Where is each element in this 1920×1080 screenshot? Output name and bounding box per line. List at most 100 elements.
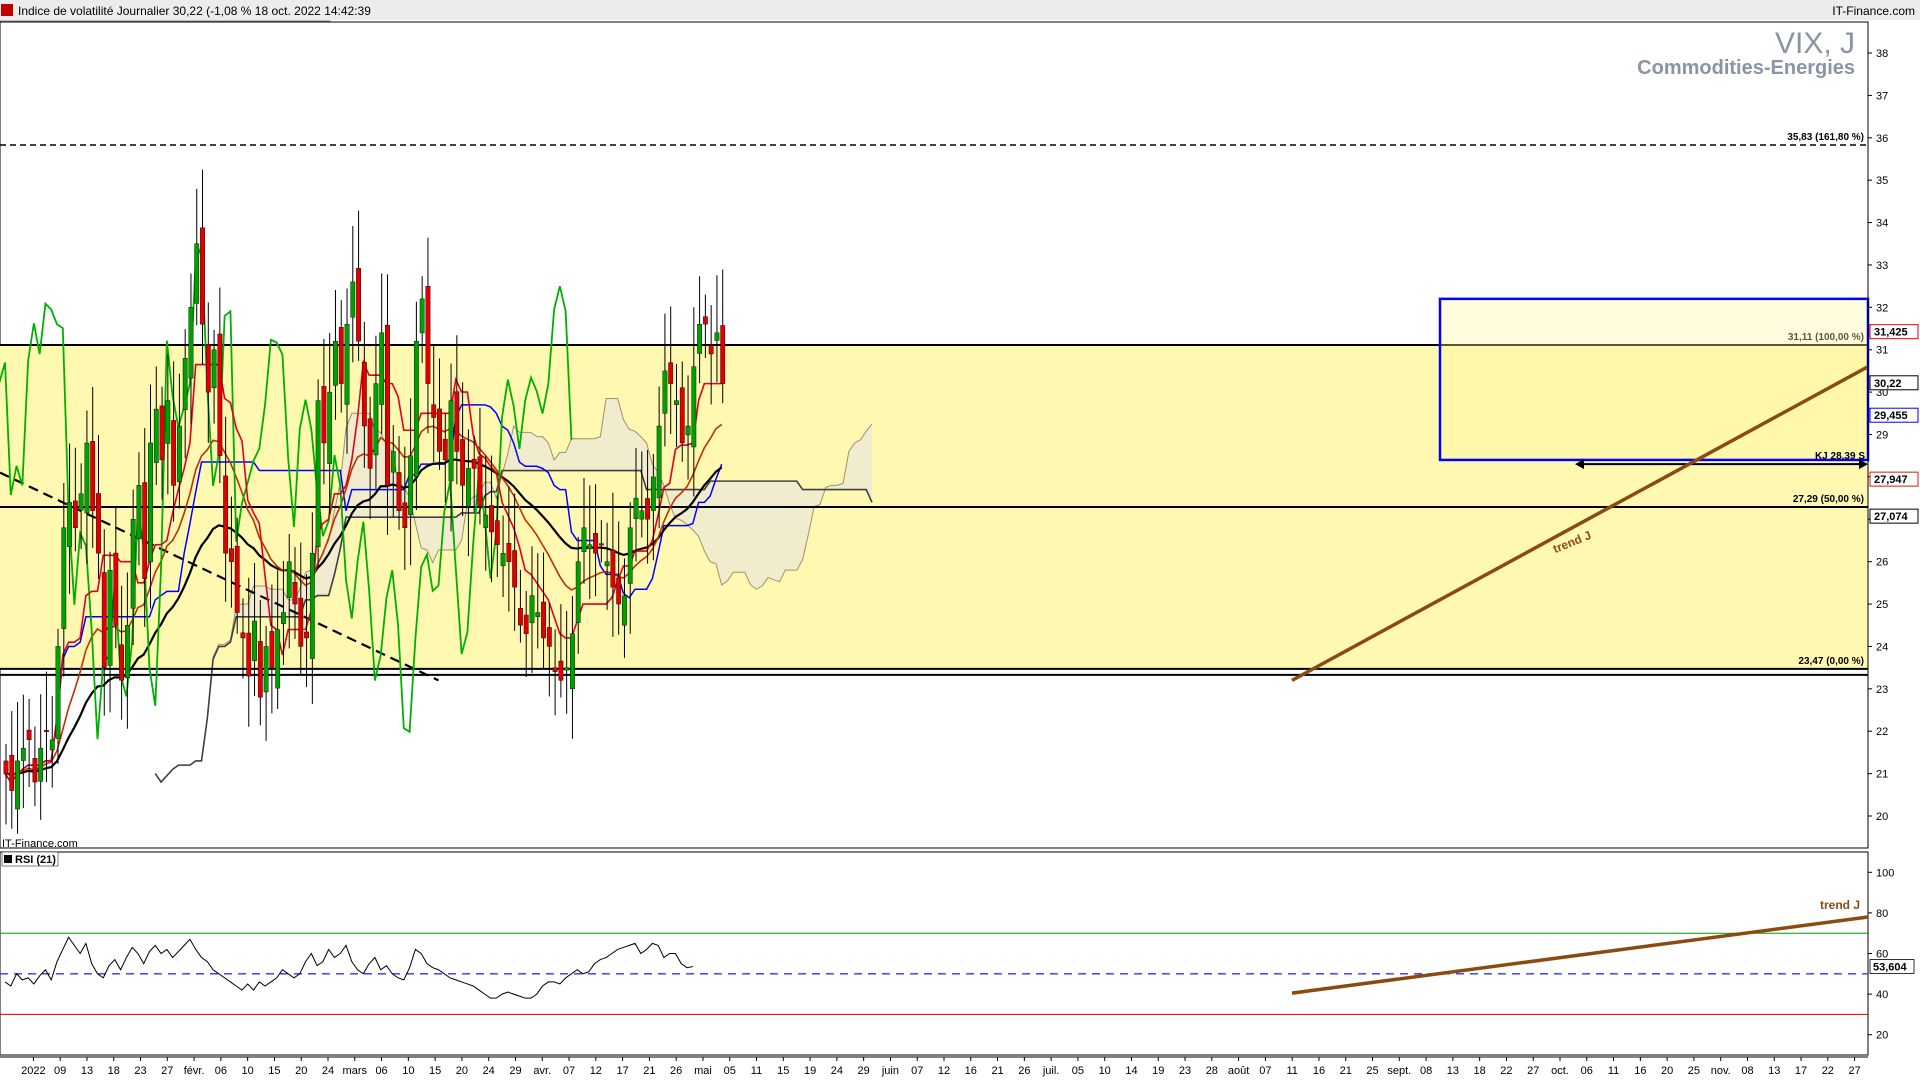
price-tag: 27,947 bbox=[1874, 474, 1908, 486]
candle bbox=[413, 341, 419, 477]
price-tag: 27,074 bbox=[1874, 511, 1909, 523]
price-tick-label: 29 bbox=[1876, 430, 1888, 442]
candle bbox=[309, 552, 315, 659]
date-tick-label: 24 bbox=[483, 1065, 495, 1077]
candle bbox=[535, 612, 541, 617]
price-tick-label: 33 bbox=[1876, 260, 1888, 272]
price-axis: 2021222324252627282930313233343536373831… bbox=[1867, 22, 1919, 848]
rsi-trend-label: trend J bbox=[1820, 898, 1860, 912]
candle bbox=[616, 577, 622, 605]
candle bbox=[269, 631, 275, 668]
date-tick-label: 06 bbox=[215, 1065, 227, 1077]
candle bbox=[529, 595, 535, 624]
candle bbox=[55, 646, 61, 739]
candle bbox=[246, 632, 252, 677]
date-tick-label: juin bbox=[881, 1065, 899, 1077]
date-tick-label: juil. bbox=[1042, 1065, 1060, 1077]
candle bbox=[460, 439, 466, 486]
candle bbox=[159, 405, 165, 461]
date-tick-label: 12 bbox=[590, 1065, 602, 1077]
date-tick-label: 07 bbox=[911, 1065, 923, 1077]
rsi-value-tag: 53,604 bbox=[1873, 961, 1908, 973]
candle bbox=[506, 543, 512, 562]
candle bbox=[361, 361, 367, 427]
candle bbox=[604, 561, 610, 567]
date-tick-label: 29 bbox=[509, 1065, 521, 1077]
price-tick-label: 36 bbox=[1876, 133, 1888, 145]
date-tick-label: 20 bbox=[456, 1065, 468, 1077]
candle bbox=[454, 391, 460, 452]
candle bbox=[408, 455, 413, 516]
candle bbox=[223, 475, 229, 554]
candle bbox=[78, 493, 84, 511]
candle bbox=[148, 442, 153, 563]
date-tick-label: 19 bbox=[1152, 1065, 1164, 1077]
date-tick-label: 25 bbox=[1366, 1065, 1378, 1077]
candle bbox=[171, 420, 177, 486]
candle bbox=[90, 440, 96, 512]
date-tick-label: 13 bbox=[1768, 1065, 1780, 1077]
candle bbox=[633, 497, 639, 519]
price-panel: 35,83 (161,80 %)31,11 (100,00 %)27,29 (5… bbox=[0, 21, 1870, 849]
candle bbox=[217, 333, 223, 456]
date-tick-label: 18 bbox=[1474, 1065, 1486, 1077]
candle bbox=[188, 307, 194, 379]
date-tick-label: nov. bbox=[1711, 1065, 1731, 1077]
candle bbox=[396, 472, 402, 511]
candle bbox=[558, 660, 564, 681]
date-tick-label: 09 bbox=[54, 1065, 66, 1077]
candle bbox=[26, 729, 32, 740]
candle bbox=[448, 400, 454, 482]
candle bbox=[627, 527, 633, 584]
fib-level-label: 23,47 (0,00 %) bbox=[1798, 656, 1864, 667]
date-tick-label: 18 bbox=[108, 1065, 120, 1077]
candle bbox=[442, 438, 448, 461]
date-tick-label: mai bbox=[694, 1065, 712, 1077]
price-tick-label: 34 bbox=[1876, 218, 1888, 230]
candle bbox=[130, 519, 136, 609]
price-tick-label: 38 bbox=[1876, 48, 1888, 60]
date-tick-label: 13 bbox=[81, 1065, 93, 1077]
candle bbox=[367, 418, 373, 469]
candle bbox=[275, 629, 281, 689]
candle bbox=[570, 633, 575, 690]
window-icon bbox=[1, 4, 13, 16]
candle bbox=[645, 498, 650, 520]
candle bbox=[119, 644, 125, 681]
date-tick-label: 20 bbox=[295, 1065, 307, 1077]
candle bbox=[61, 527, 67, 629]
candle bbox=[685, 425, 691, 436]
rsi-tick-label: 60 bbox=[1876, 949, 1888, 961]
candle bbox=[679, 387, 685, 444]
brand-label: IT-Finance.com bbox=[1832, 4, 1915, 18]
candle bbox=[338, 327, 344, 384]
candle bbox=[321, 386, 327, 444]
candle bbox=[379, 332, 385, 405]
candle bbox=[650, 476, 656, 511]
watermark: IT-Finance.com bbox=[2, 838, 78, 850]
candle bbox=[477, 456, 483, 507]
price-tag: 29,455 bbox=[1874, 410, 1908, 422]
candle bbox=[3, 760, 9, 774]
date-tick-label: 16 bbox=[965, 1065, 977, 1077]
date-tick-label: 23 bbox=[134, 1065, 146, 1077]
rsi-tick-label: 80 bbox=[1876, 908, 1888, 920]
candle bbox=[385, 324, 390, 486]
rsi-tick-label: 40 bbox=[1876, 989, 1888, 1001]
candle bbox=[263, 646, 269, 693]
price-tick-label: 20 bbox=[1876, 811, 1888, 823]
candle bbox=[350, 281, 356, 318]
candle bbox=[124, 625, 130, 679]
candle bbox=[252, 620, 257, 662]
date-tick-label: 26 bbox=[670, 1065, 682, 1077]
date-tick-label: 10 bbox=[1099, 1065, 1111, 1077]
date-tick-label: 11 bbox=[1608, 1065, 1619, 1077]
date-tick-label: sept. bbox=[1387, 1065, 1411, 1077]
price-tick-label: 24 bbox=[1876, 641, 1888, 653]
candle bbox=[32, 758, 38, 783]
candle bbox=[552, 667, 558, 673]
candle bbox=[541, 601, 546, 639]
candle bbox=[96, 493, 101, 554]
date-tick-label: 07 bbox=[563, 1065, 575, 1077]
candle bbox=[356, 267, 361, 342]
